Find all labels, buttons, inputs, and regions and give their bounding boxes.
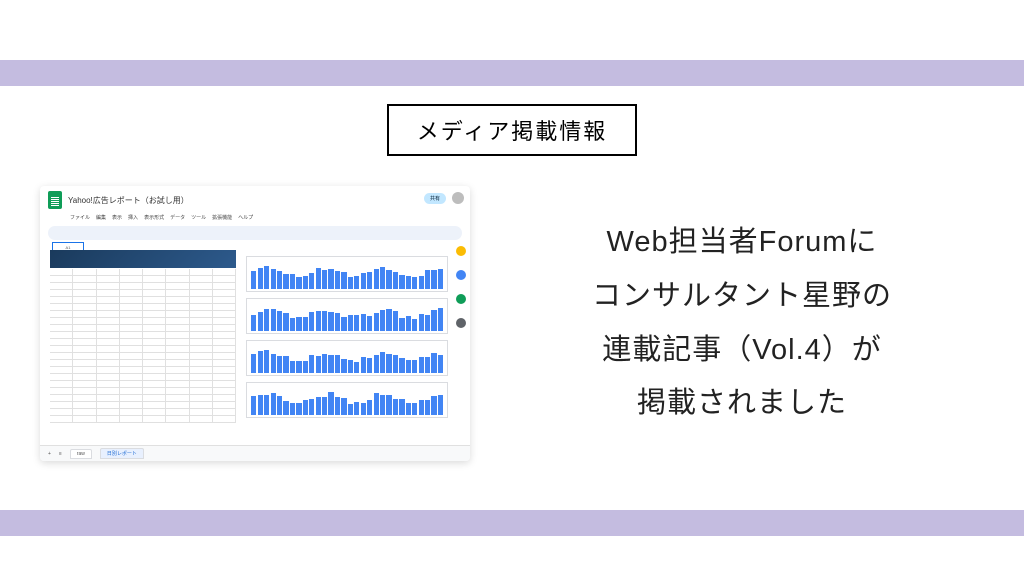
bottom-stripe (0, 510, 1024, 536)
data-table (50, 250, 236, 441)
side-panel-icons (456, 246, 466, 328)
mini-chart-2 (246, 298, 448, 334)
headline-line-2: コンサルタント星野の (500, 270, 984, 324)
menu-bar: ファイル 編集 表示 挿入 表示形式 データ ツール 拡張機能 ヘルプ (40, 214, 470, 224)
mini-chart-4 (246, 382, 448, 418)
charts-column (246, 250, 448, 441)
top-stripe (0, 60, 1024, 86)
table-header-image (50, 250, 236, 268)
sheets-icon (48, 191, 62, 209)
headline-line-1: Web担当者Forumに (500, 216, 984, 270)
headline-line-3: 連載記事（Vol.4）が (500, 324, 984, 378)
toolbar (48, 226, 462, 240)
mini-chart-3 (246, 340, 448, 376)
calendar-icon (456, 246, 466, 256)
content-area: メディア掲載情報 Yahoo!広告レポート（お試し用） 共有 ファイル 編集 表… (0, 86, 1024, 510)
add-sheet-icon: + (48, 451, 51, 457)
contacts-icon (456, 318, 466, 328)
category-badge: メディア掲載情報 (387, 104, 637, 156)
spreadsheet-thumbnail: Yahoo!広告レポート（お試し用） 共有 ファイル 編集 表示 挿入 表示形式… (40, 186, 470, 461)
tab-raw: raw (70, 449, 92, 459)
tab-daily-report: 日別レポート (100, 448, 144, 459)
keep-icon (456, 270, 466, 280)
doc-title: Yahoo!広告レポート（お試し用） (68, 195, 189, 206)
tasks-icon (456, 294, 466, 304)
headline-line-4: 掲載されました (500, 377, 984, 431)
all-sheets-icon: ≡ (59, 451, 62, 457)
sheet-tabs: + ≡ raw 日別レポート (40, 445, 470, 461)
share-button: 共有 (424, 193, 446, 204)
mini-chart-1 (246, 256, 448, 292)
thumb-header: Yahoo!広告レポート（お試し用） 共有 (40, 186, 470, 214)
headline: Web担当者Forumに コンサルタント星野の 連載記事（Vol.4）が 掲載さ… (500, 216, 984, 431)
avatar (452, 192, 464, 204)
